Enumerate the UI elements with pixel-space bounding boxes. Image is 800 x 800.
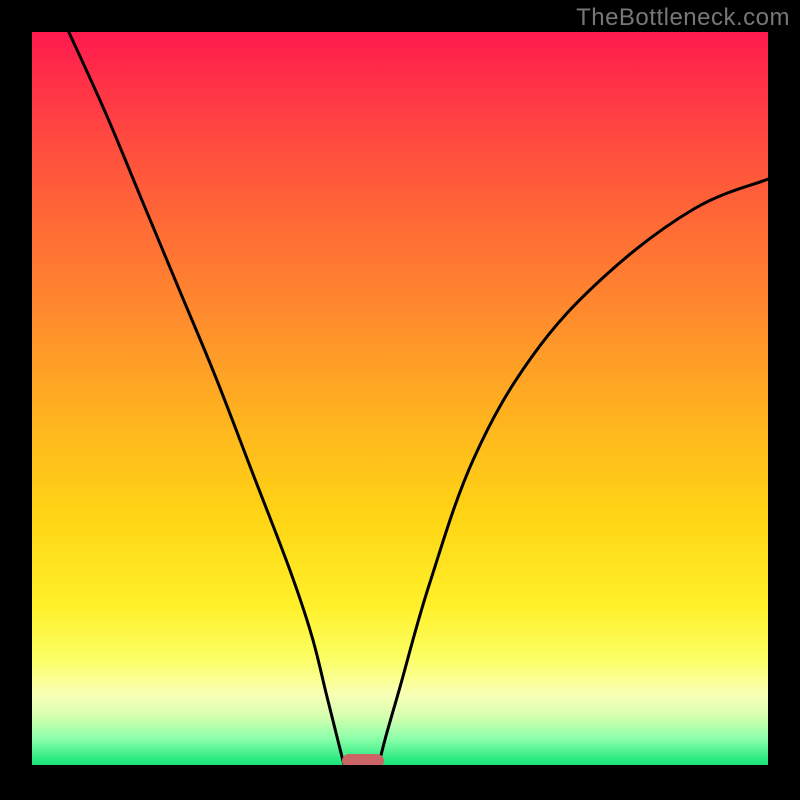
chart-frame: TheBottleneck.com — [0, 0, 800, 800]
watermark-text: TheBottleneck.com — [576, 4, 790, 32]
curve-left — [69, 32, 345, 768]
curves-svg — [32, 32, 768, 768]
plot-area — [32, 32, 768, 768]
axis-baseline — [32, 765, 768, 768]
curve-right — [378, 179, 768, 768]
